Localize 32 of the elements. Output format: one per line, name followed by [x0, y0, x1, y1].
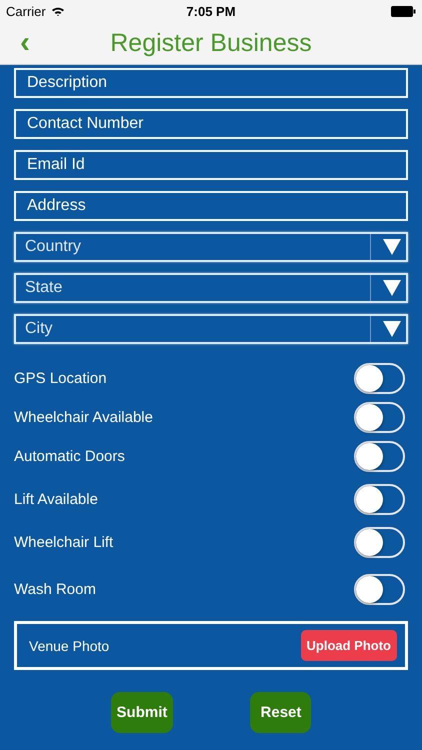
wifi-icon [50, 6, 65, 16]
battery-icon [391, 6, 416, 16]
toggle-switch[interactable] [354, 363, 405, 394]
toggle-label: Wash Room [14, 581, 96, 598]
toggle-label: Wheelchair Lift [14, 534, 114, 551]
toggle-switch[interactable] [354, 574, 405, 605]
dropdown-field[interactable]: City [14, 314, 408, 344]
text-field[interactable]: Address [14, 191, 408, 221]
toggle-label: Automatic Doors [14, 448, 125, 465]
submit-button[interactable]: Submit [110, 692, 174, 733]
status-time: 7:05 PM [186, 4, 236, 18]
text-field[interactable]: Contact Number [14, 109, 408, 139]
carrier-name: Carrier [6, 4, 46, 18]
toggle-switch[interactable] [354, 527, 405, 558]
dropdown-triangle-icon [383, 321, 401, 337]
toggle-switch[interactable] [354, 484, 405, 515]
dropdown-field[interactable]: Country [14, 232, 408, 262]
page-title: Register Business [110, 28, 312, 58]
upload-photo-button[interactable]: Upload Photo [300, 630, 397, 661]
toggle-label: Wheelchair Available [14, 409, 153, 426]
text-field[interactable]: Description [14, 68, 408, 98]
toggle-switch[interactable] [354, 441, 405, 472]
dropdown-triangle-icon [383, 280, 401, 296]
dropdown-field[interactable]: State [14, 273, 408, 303]
photo-label: Venue Photo [29, 638, 110, 654]
toggle-label: Lift Available [14, 491, 98, 508]
toggle-switch[interactable] [354, 402, 405, 433]
back-button[interactable]: ‹ [14, 28, 36, 58]
dropdown-triangle-icon [383, 239, 401, 255]
text-field[interactable]: Email Id [14, 150, 408, 180]
toggle-label: GPS Location [14, 370, 107, 387]
reset-button[interactable]: Reset [250, 692, 312, 733]
